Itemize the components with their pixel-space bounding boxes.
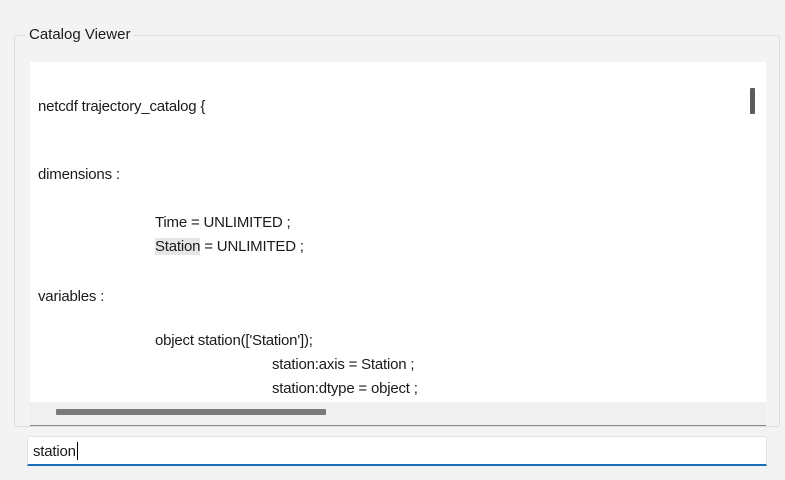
vertical-scroll-thumb[interactable]: [750, 88, 755, 114]
search-input-value: station: [33, 443, 76, 460]
search-input[interactable]: station: [27, 436, 767, 466]
content-line-rest: = UNLIMITED ;: [200, 238, 304, 255]
content-line: variables :: [38, 288, 105, 305]
search-match-highlight: Station: [155, 238, 201, 255]
horizontal-scroll-thumb[interactable]: [56, 409, 326, 415]
text-caret: [77, 442, 78, 460]
content-line: Time = UNLIMITED ;: [155, 214, 291, 231]
catalog-text-area[interactable]: netcdf trajectory_catalog { dimensions :…: [30, 62, 766, 426]
content-line: object station(['Station']);: [155, 332, 313, 349]
content-line: dimensions :: [38, 166, 120, 183]
content-line: station:axis = Station ;: [272, 356, 415, 373]
content-line: station:dtype = object ;: [272, 380, 418, 397]
group-title: Catalog Viewer: [26, 26, 134, 43]
content-line: Station = UNLIMITED ;: [155, 238, 304, 255]
content-line: netcdf trajectory_catalog {: [38, 98, 206, 115]
